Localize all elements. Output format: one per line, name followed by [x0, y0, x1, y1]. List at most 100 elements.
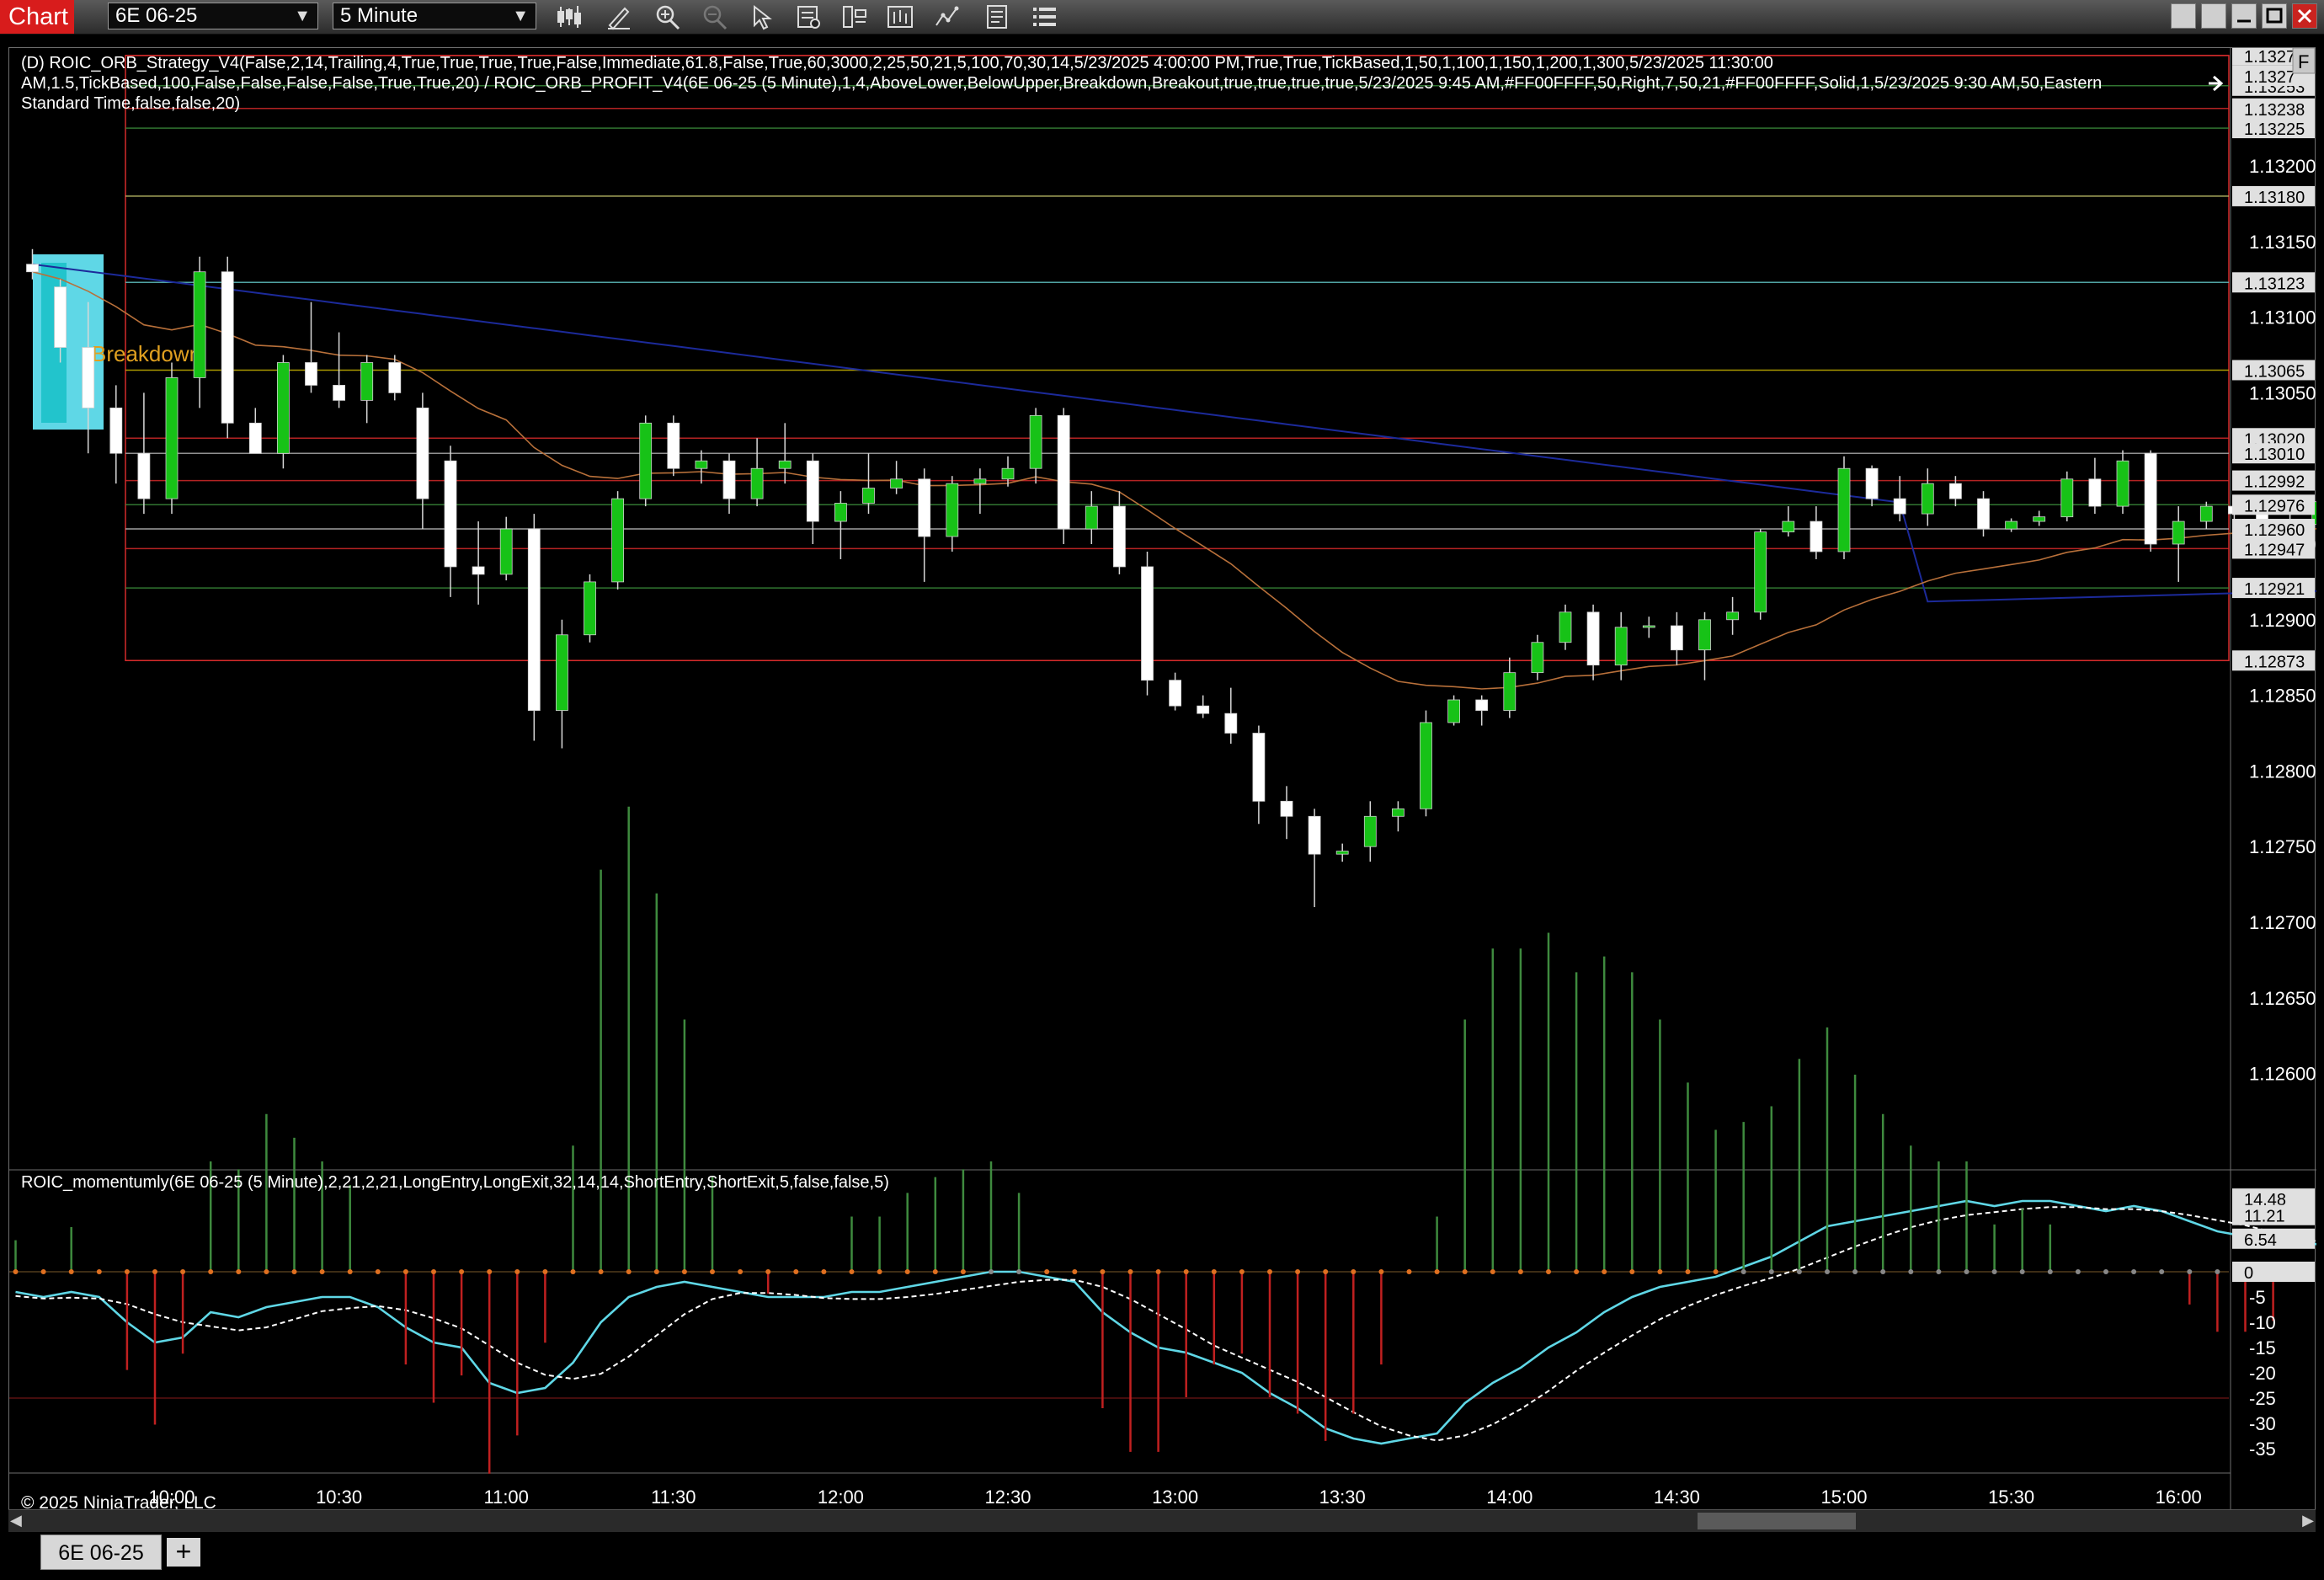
tile-icon[interactable] [2171, 3, 2196, 29]
bar-type-icon[interactable] [556, 3, 584, 30]
zoom-in-icon[interactable] [653, 3, 682, 30]
candle-body [1559, 611, 1572, 643]
price-line-label: 1.13010 [2244, 446, 2305, 464]
indicator-value-label: 11.21 [2244, 1208, 2285, 1226]
candle-body [1754, 531, 1767, 613]
histogram-dot [681, 1269, 687, 1274]
histogram-dot [570, 1269, 576, 1274]
templates-icon[interactable] [840, 3, 869, 30]
histogram-dot [2047, 1269, 2053, 1274]
candle-body [918, 478, 931, 537]
histogram-dot [1323, 1269, 1329, 1274]
price-line-label: 1.13180 [2244, 189, 2305, 207]
price-line-label: 1.13065 [2244, 362, 2305, 381]
price-chart[interactable]: Breakdown1.132001.131501.131001.130501.1… [9, 48, 2316, 1532]
candle-body [695, 460, 708, 469]
pointer-icon[interactable] [748, 3, 776, 30]
instrument-selector-value: 6E 06-25 [115, 4, 198, 27]
scroll-left-icon[interactable]: ◀ [10, 1512, 22, 1529]
histogram-dot [431, 1269, 436, 1274]
time-axis-tick: 14:30 [1654, 1487, 1700, 1508]
add-tab-button[interactable]: + [167, 1538, 200, 1567]
histogram-dot [1434, 1269, 1440, 1274]
more-icon[interactable] [1031, 3, 1059, 30]
candle-body [1197, 705, 1210, 714]
indicator-axis-tick: -15 [2249, 1337, 2276, 1358]
tab-6e-06-25[interactable]: 6E 06-25 [40, 1535, 162, 1570]
candle-body [2005, 520, 2018, 530]
close-button[interactable] [2292, 3, 2317, 29]
time-axis-tick: 12:00 [818, 1487, 864, 1508]
histogram-dot [1406, 1269, 1412, 1274]
price-axis-tick: 1.12900 [2249, 610, 2316, 631]
candle-body [26, 264, 39, 273]
strategies-icon[interactable] [886, 3, 914, 30]
candle-body [890, 478, 903, 488]
candle-body [221, 271, 234, 424]
drawing-tools-icon[interactable] [605, 3, 633, 30]
histogram-dot [96, 1269, 102, 1274]
chart-window-tab[interactable]: Chart [0, 0, 74, 34]
histogram-dot [1517, 1269, 1523, 1274]
chart-panel[interactable]: Breakdown 1.13200 1.13150 1.13100 1.13050 1.1… [8, 47, 2316, 1532]
zoom-out-icon[interactable] [701, 3, 729, 30]
candle-body [2144, 452, 2157, 545]
maximize-button[interactable] [2262, 3, 2287, 29]
price-line-label: 1.12992 [2244, 473, 2305, 492]
scroll-thumb[interactable] [1698, 1513, 1856, 1529]
minimize-button[interactable] [2231, 3, 2257, 29]
candle-body [778, 460, 792, 469]
candle-body [1893, 498, 1906, 515]
interval-selector[interactable]: 5 Minute ▼ [333, 3, 536, 29]
price-line-label: 1.12947 [2244, 541, 2305, 559]
candle-body [276, 362, 290, 454]
candle-body [54, 286, 67, 348]
price-axis-tick: 1.13050 [2249, 382, 2316, 403]
current-price-label: 1.1327 [2244, 68, 2295, 87]
candle-body [1475, 699, 1489, 711]
histogram-dot [1072, 1269, 1078, 1274]
indicators-icon[interactable] [933, 3, 962, 30]
histogram-dot [1629, 1269, 1635, 1274]
candle-body [834, 503, 847, 522]
time-axis-tick: 12:30 [984, 1487, 1031, 1508]
scroll-right-icon[interactable]: ▶ [2302, 1512, 2314, 1529]
time-axis-tick: 11:00 [483, 1487, 528, 1508]
horizontal-scrollbar[interactable]: ◀ ▶ [8, 1509, 2316, 1532]
price-axis-tick: 1.12850 [2249, 686, 2316, 707]
histogram-dot [904, 1269, 910, 1274]
histogram-dot [1880, 1269, 1886, 1274]
candle-body [806, 460, 819, 522]
restore-icon[interactable] [2201, 3, 2226, 29]
histogram-dot [1378, 1269, 1384, 1274]
candle-body [499, 528, 513, 575]
histogram-dot [2019, 1269, 2025, 1274]
indicator-axis-tick: -20 [2249, 1363, 2276, 1384]
candle-body [1280, 800, 1293, 817]
momentum-fast-line [15, 1199, 2316, 1445]
price-line-label: 1.12921 [2244, 580, 2305, 599]
candle-body [1671, 625, 1683, 651]
histogram-dot [1602, 1269, 1607, 1274]
chevron-down-icon: ▼ [512, 7, 529, 25]
histogram-dot [1991, 1269, 1997, 1274]
time-axis-tick: 15:00 [1820, 1487, 1867, 1508]
histogram-dot [2103, 1269, 2108, 1274]
time-axis-tick: 11:30 [651, 1487, 696, 1508]
candle-body [1837, 467, 1851, 552]
histogram-dot [1351, 1269, 1357, 1274]
histogram-dot [1713, 1269, 1719, 1274]
histogram-dot [264, 1269, 269, 1274]
properties-icon[interactable] [983, 3, 1012, 30]
data-box-icon[interactable] [795, 3, 824, 30]
candle-body [2088, 478, 2102, 507]
instrument-selector[interactable]: 6E 06-25 ▼ [108, 3, 318, 29]
histogram-dot [459, 1269, 465, 1274]
histogram-dot [1964, 1269, 1970, 1274]
histogram-dot [989, 1269, 994, 1274]
opening-range-box [125, 55, 2230, 662]
candle-body [1057, 414, 1070, 530]
histogram-dot [124, 1269, 130, 1274]
candle-body [333, 385, 346, 401]
candle-body [1531, 642, 1544, 674]
